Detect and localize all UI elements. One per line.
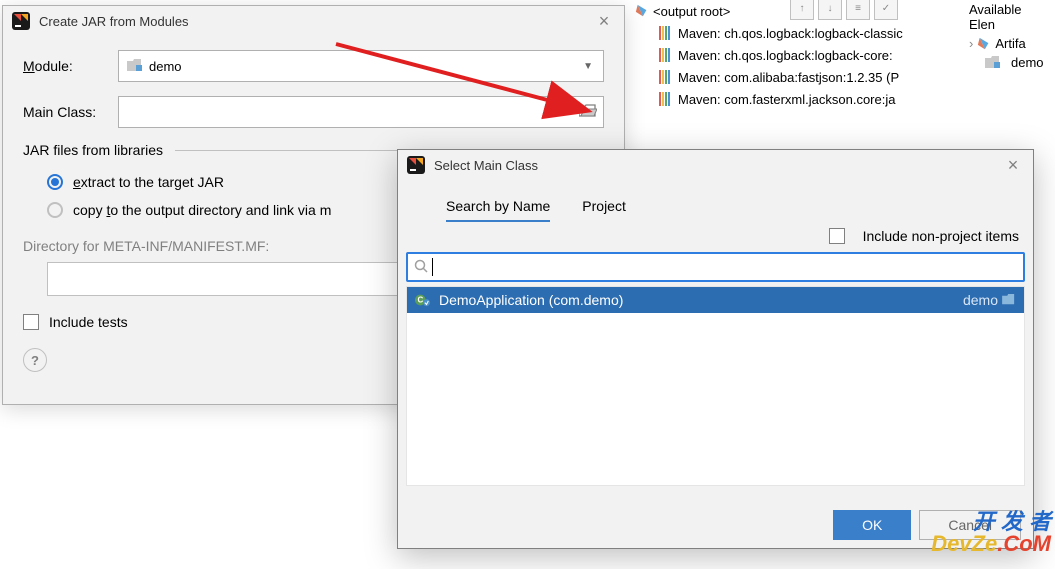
demo-module-item[interactable]: demo bbox=[965, 53, 1055, 72]
project-tab[interactable]: Project bbox=[582, 192, 626, 222]
result-class-name: DemoApplication (com.demo) bbox=[439, 292, 963, 308]
text-cursor bbox=[432, 258, 433, 276]
browse-class-button[interactable] bbox=[579, 104, 597, 121]
module-value: demo bbox=[149, 59, 182, 74]
folder-icon bbox=[127, 59, 143, 73]
watermark: 开 发 者 DevZe.CoM bbox=[931, 511, 1051, 555]
toolbar: ↑ ↓ ≡ ✓ bbox=[790, 0, 898, 20]
checkbox-label: Include tests bbox=[49, 314, 128, 330]
intellij-icon bbox=[406, 155, 426, 175]
include-nonproject-label: Include non-project items bbox=[863, 228, 1019, 244]
folder-icon bbox=[1002, 294, 1016, 306]
available-elements-panel: Available Elen › Artifa demo bbox=[965, 0, 1055, 72]
module-selector[interactable]: demo ▼ bbox=[118, 50, 604, 82]
dropdown-arrow-icon: ▼ bbox=[583, 61, 593, 72]
dialog-titlebar[interactable]: Select Main Class × bbox=[398, 150, 1033, 180]
radio-label: extract to the target JAR bbox=[73, 174, 224, 190]
class-icon: C bbox=[415, 292, 431, 308]
results-list: C DemoApplication (com.demo) demo bbox=[406, 286, 1025, 486]
tree-label: Maven: ch.qos.logback:logback-classic bbox=[678, 26, 903, 41]
ok-button[interactable]: OK bbox=[833, 510, 911, 540]
radio-label: copy to the output directory and link vi… bbox=[73, 202, 331, 218]
close-button[interactable]: × bbox=[592, 9, 616, 33]
intellij-icon bbox=[11, 11, 31, 31]
artifact-item[interactable]: › Artifa bbox=[965, 34, 1055, 53]
search-by-name-tab[interactable]: Search by Name bbox=[446, 192, 550, 222]
sort-button[interactable]: ≡ bbox=[846, 0, 870, 20]
checkbox-icon bbox=[23, 314, 39, 330]
up-button[interactable]: ↑ bbox=[790, 0, 814, 20]
radio-icon bbox=[47, 174, 63, 190]
search-input[interactable] bbox=[406, 252, 1025, 282]
dialog-title: Create JAR from Modules bbox=[39, 14, 592, 29]
select-main-class-dialog: Select Main Class × Search by Name Proje… bbox=[397, 149, 1034, 549]
validate-button[interactable]: ✓ bbox=[874, 0, 898, 20]
main-class-input[interactable] bbox=[118, 96, 604, 128]
tree-label: Maven: com.fasterxml.jackson.core:ja bbox=[678, 92, 895, 107]
main-class-label: Main Class: bbox=[23, 104, 118, 120]
result-module-name: demo bbox=[963, 292, 998, 308]
module-label: Module: bbox=[23, 58, 118, 74]
radio-icon bbox=[47, 202, 63, 218]
tree-label: Maven: com.alibaba:fastjson:1.2.35 (P bbox=[678, 70, 899, 85]
svg-text:C: C bbox=[417, 296, 423, 305]
panel-header: Available Elen bbox=[965, 0, 1055, 34]
tree-label: Maven: ch.qos.logback:logback-core: bbox=[678, 48, 893, 63]
tree-label: <output root> bbox=[653, 4, 730, 19]
result-item[interactable]: C DemoApplication (com.demo) demo bbox=[407, 287, 1024, 313]
include-nonproject-checkbox[interactable] bbox=[829, 228, 845, 244]
down-button[interactable]: ↓ bbox=[818, 0, 842, 20]
close-button[interactable]: × bbox=[1001, 153, 1025, 177]
search-icon bbox=[414, 259, 428, 276]
jar-files-header: JAR files from libraries bbox=[23, 142, 163, 158]
help-button[interactable]: ? bbox=[23, 348, 47, 372]
dialog-titlebar[interactable]: Create JAR from Modules × bbox=[3, 6, 624, 36]
dialog-title: Select Main Class bbox=[434, 158, 1001, 173]
tree-maven-item[interactable]: Maven: com.fasterxml.jackson.core:ja bbox=[635, 88, 1055, 110]
